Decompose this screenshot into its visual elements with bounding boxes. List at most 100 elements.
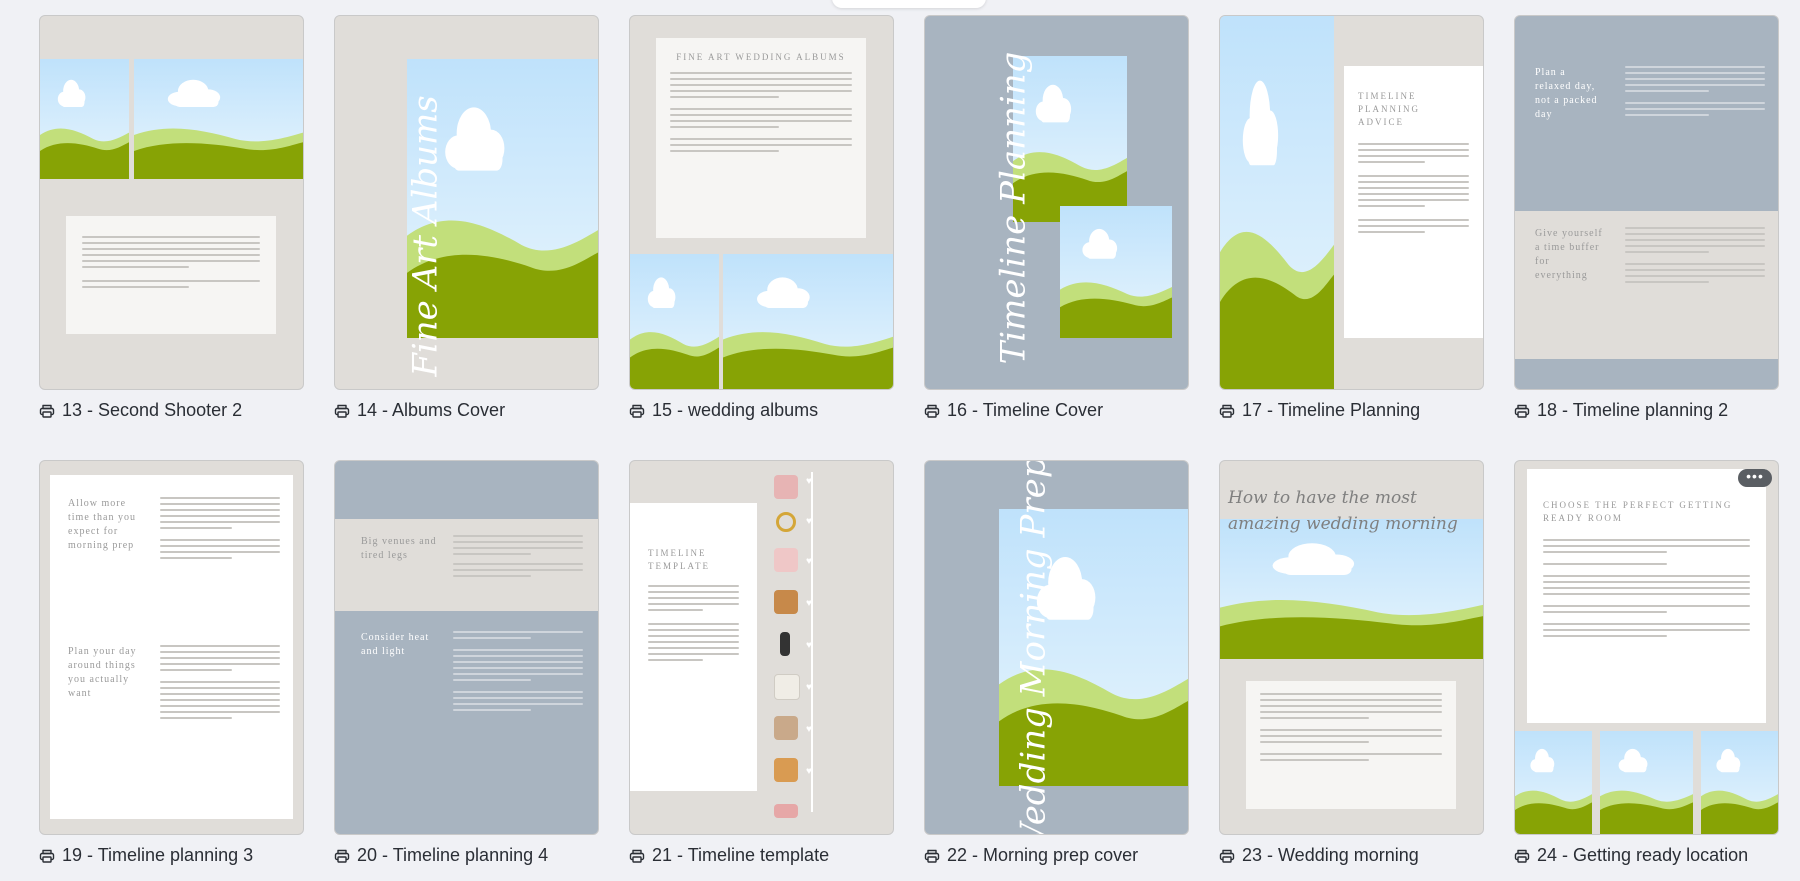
page-card-15[interactable]: FINE ART WEDDING ALBUMS 15 - wedding alb… [629, 15, 894, 420]
cover-script-title: Wedding Morning Prep [1013, 460, 1054, 835]
heart-icon: ♥ [806, 766, 812, 777]
rings-icon [776, 512, 796, 532]
list-item-heading: Plan your day around things you actually… [68, 646, 137, 699]
page-caption: 19 - Timeline planning 3 [39, 845, 253, 866]
page-card-19[interactable]: Allow more time than you expect for morn… [39, 460, 304, 865]
page-label: 17 - Timeline Planning [1242, 400, 1421, 420]
landscape-photo [1600, 731, 1693, 834]
body-text-block: CHOOSE THE PERFECT GETTING READY ROOM [1527, 469, 1766, 723]
page-caption: 20 - Timeline planning 4 [334, 845, 548, 866]
print-icon [334, 403, 350, 419]
body-text-block [1246, 681, 1456, 809]
page-card-22[interactable]: Wedding Morning Prep 22 - Morning prep c… [924, 460, 1189, 865]
landscape-photo [1515, 731, 1592, 834]
cover-script-title: How to have the most amazing wedding mor… [1228, 488, 1458, 534]
print-icon [924, 848, 940, 864]
body-text-block: TIMELINE PLANNING ADVICE [1344, 66, 1483, 338]
page-thumbnail[interactable] [39, 15, 304, 390]
list-item-heading: Consider heat and light [361, 632, 430, 657]
dinner-icon [774, 674, 800, 700]
camera-icon [774, 590, 798, 614]
landscape-photo [1220, 519, 1483, 659]
page-card-24[interactable]: CHOOSE THE PERFECT GETTING READY ROOM ••… [1514, 460, 1779, 865]
page-label: 18 - Timeline planning 2 [1537, 400, 1729, 420]
list-item-body [1625, 66, 1765, 120]
page-card-16[interactable]: Timeline Planning 16 - Timeline Cover [924, 15, 1189, 420]
print-icon [924, 403, 940, 419]
body-text-block [66, 216, 276, 334]
page-card-17[interactable]: TIMELINE PLANNING ADVICE 17 - Timeline P… [1219, 15, 1484, 420]
page-caption: 16 - Timeline Cover [924, 400, 1103, 421]
more-options-button[interactable]: ••• [1738, 469, 1772, 487]
heart-icon: ♥ [806, 476, 812, 487]
content-panel: Give yourself a time buffer for everythi… [1515, 211, 1778, 359]
content-panel: Big venues and tired legs [335, 519, 598, 611]
page-thumbnail[interactable]: FINE ART WEDDING ALBUMS [629, 15, 894, 390]
page-label: 20 - Timeline planning 4 [357, 845, 549, 865]
page-thumbnail[interactable]: Timeline Planning [924, 15, 1189, 390]
page-card-23[interactable]: How to have the most amazing wedding mor… [1219, 460, 1484, 865]
dress-icon [774, 548, 798, 572]
landscape-photo [723, 254, 893, 389]
page-caption: 22 - Morning prep cover [924, 845, 1138, 866]
page-caption: 21 - Timeline template [629, 845, 829, 866]
church-icon [774, 475, 798, 499]
body-text-block: TIMELINE TEMPLATE [630, 503, 757, 791]
page-label: 15 - wedding albums [652, 400, 819, 420]
car-icon [774, 804, 798, 818]
page-thumbnail[interactable]: TIMELINE PLANNING ADVICE [1219, 15, 1484, 390]
page-caption: 18 - Timeline planning 2 [1514, 400, 1728, 421]
page-label: 21 - Timeline template [652, 845, 830, 865]
print-icon [39, 848, 55, 864]
page-label: 13 - Second Shooter 2 [62, 400, 243, 420]
heart-icon: ♥ [806, 556, 812, 567]
print-icon [1219, 403, 1235, 419]
page-thumbnail[interactable]: TIMELINE TEMPLATE [629, 460, 894, 835]
page-thumbnail[interactable]: Big venues and tired legs Consider heat … [334, 460, 599, 835]
page-card-14[interactable]: Fine Art Albums 14 - Albums Cover [334, 15, 599, 420]
page-thumbnail[interactable]: Wedding Morning Prep [924, 460, 1189, 835]
page-thumbnail[interactable]: CHOOSE THE PERFECT GETTING READY ROOM ••… [1514, 460, 1779, 835]
heart-icon: ♥ [806, 682, 812, 693]
cover-script-title: Timeline Planning [993, 51, 1034, 365]
page-caption: 13 - Second Shooter 2 [39, 400, 242, 421]
list-item-body [453, 535, 583, 581]
page-thumbnail[interactable]: Plan a relaxed day, not a packed day Giv… [1514, 15, 1779, 390]
page-card-20[interactable]: Big venues and tired legs Consider heat … [334, 460, 599, 865]
page-card-18[interactable]: Plan a relaxed day, not a packed day Giv… [1514, 15, 1779, 420]
page-thumbnail[interactable]: Fine Art Albums [334, 15, 599, 390]
page-caption: 14 - Albums Cover [334, 400, 505, 421]
print-icon [629, 848, 645, 864]
page-label: 14 - Albums Cover [357, 400, 506, 420]
page-card-21[interactable]: TIMELINE TEMPLATE 21 - Timeline template [629, 460, 894, 865]
top-tab-handle[interactable] [832, 0, 986, 8]
page-card-13[interactable]: 13 - Second Shooter 2 [39, 15, 304, 420]
heart-icon: ♥ [806, 724, 812, 735]
guitar-icon [774, 758, 798, 782]
page-caption: 23 - Wedding morning [1219, 845, 1419, 866]
page-label: 23 - Wedding morning [1242, 845, 1419, 865]
landscape-photo [134, 59, 303, 179]
list-item-body [1625, 227, 1765, 287]
cover-script-title: Fine Art Albums [405, 95, 446, 377]
body-text-block: Allow more time than you expect for morn… [50, 475, 293, 819]
section-title: CHOOSE THE PERFECT GETTING READY ROOM [1543, 500, 1733, 523]
section-title: TIMELINE TEMPLATE [648, 548, 710, 571]
page-label: 24 - Getting ready location [1537, 845, 1749, 865]
print-icon [1514, 848, 1530, 864]
landscape-photo [1060, 206, 1172, 338]
list-item-heading: Plan a relaxed day, not a packed day [1535, 67, 1598, 120]
heart-icon: ♥ [806, 640, 812, 651]
heart-icon: ♥ [806, 598, 812, 609]
section-title: FINE ART WEDDING ALBUMS [676, 52, 846, 62]
list-item-heading: Allow more time than you expect for morn… [68, 498, 136, 551]
landscape-photo [630, 254, 719, 389]
list-item-body [453, 631, 583, 715]
page-label: 19 - Timeline planning 3 [62, 845, 254, 865]
page-thumbnail[interactable]: How to have the most amazing wedding mor… [1219, 460, 1484, 835]
page-thumbnail[interactable]: Allow more time than you expect for morn… [39, 460, 304, 835]
heart-icon: ♥ [806, 516, 812, 527]
page-label: 16 - Timeline Cover [947, 400, 1104, 420]
list-item-heading: Give yourself a time buffer for everythi… [1535, 228, 1603, 281]
section-title: TIMELINE PLANNING ADVICE [1358, 91, 1420, 127]
